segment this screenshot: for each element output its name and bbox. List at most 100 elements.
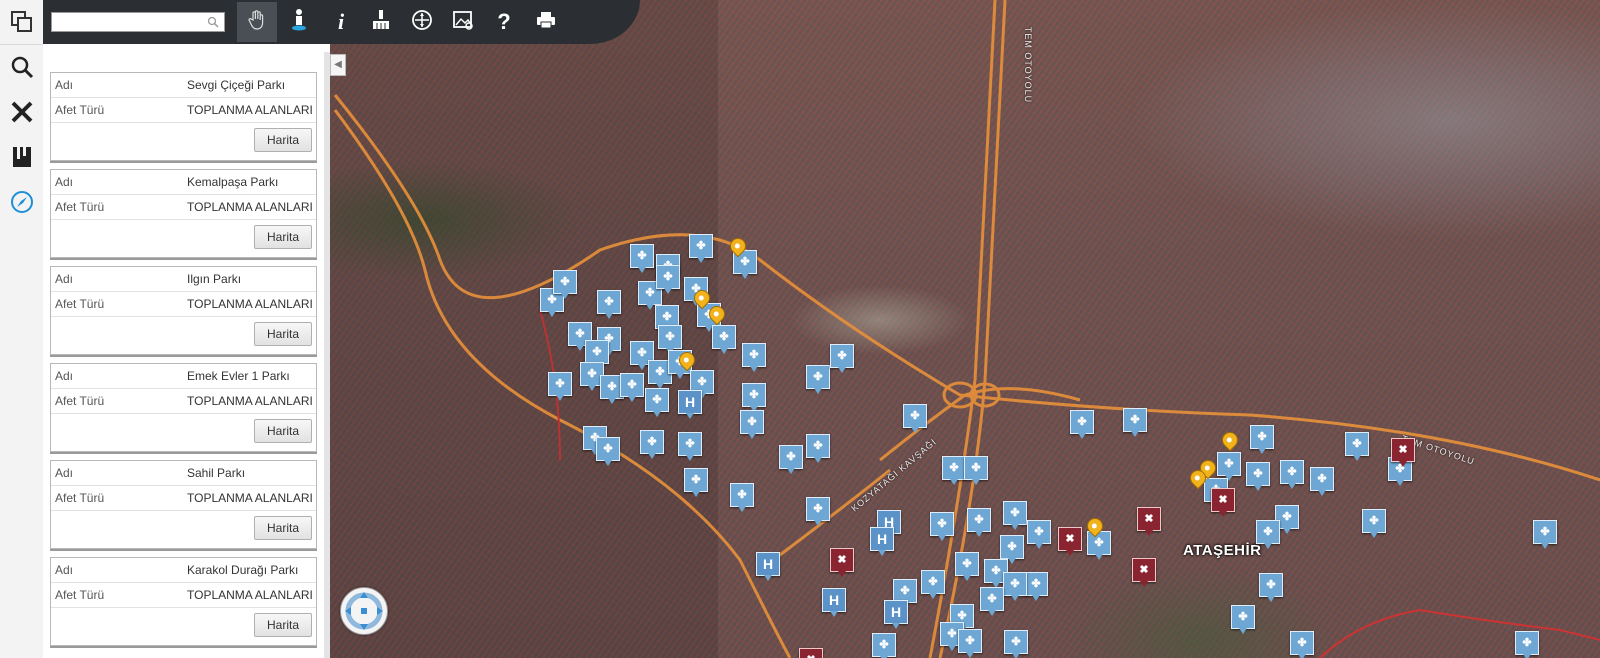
assembly-area-marker[interactable]: ✤ <box>620 373 644 402</box>
repair-marker[interactable]: ✖ <box>1058 527 1082 556</box>
assembly-area-marker[interactable]: ✤ <box>1246 462 1270 491</box>
assembly-area-marker[interactable]: ✤ <box>1345 432 1369 461</box>
assembly-area-marker[interactable]: ✤ <box>1362 509 1386 538</box>
search-icon[interactable] <box>207 15 219 33</box>
hospital-marker[interactable]: H <box>822 588 846 617</box>
assembly-area-marker[interactable]: ✤ <box>1280 460 1304 489</box>
hospital-marker[interactable]: H <box>756 552 780 581</box>
assembly-area-marker[interactable]: ✤ <box>1003 572 1027 601</box>
road-label: TEM OTOYOLU <box>1023 26 1034 104</box>
brush-button[interactable] <box>361 2 401 42</box>
assembly-area-marker[interactable]: ✤ <box>656 265 680 294</box>
copy-icon[interactable] <box>0 0 43 45</box>
layers-button[interactable] <box>402 2 442 42</box>
assembly-area-marker[interactable]: ✤ <box>585 340 609 369</box>
type-label: Afet Türü <box>55 297 105 311</box>
assembly-area-marker[interactable]: ✤ <box>548 372 572 401</box>
assembly-area-marker[interactable]: ✤ <box>1515 631 1539 658</box>
library-icon[interactable] <box>0 135 43 179</box>
repair-marker[interactable]: ✖ <box>1137 507 1161 536</box>
repair-marker[interactable]: ✖ <box>1391 438 1415 467</box>
assembly-area-marker[interactable]: ✤ <box>779 445 803 474</box>
show-on-map-button[interactable]: Harita <box>254 225 312 249</box>
assembly-area-marker[interactable]: ✤ <box>1024 572 1048 601</box>
repair-marker[interactable]: ✖ <box>1132 558 1156 587</box>
assembly-area-marker[interactable]: ✤ <box>740 410 764 439</box>
tools-icon[interactable] <box>0 90 43 134</box>
assembly-area-marker[interactable]: ✤ <box>1217 452 1241 481</box>
search-input[interactable] <box>51 12 225 32</box>
name-row: Adı Kemalpaşa Parkı <box>51 170 316 195</box>
assembly-area-marker[interactable]: ✤ <box>630 244 654 273</box>
hospital-marker[interactable]: H <box>884 600 908 629</box>
assembly-area-marker[interactable]: ✤ <box>1310 467 1334 496</box>
collapse-panel-button[interactable]: ◀ <box>330 54 346 76</box>
assembly-area-marker[interactable]: ✤ <box>1250 425 1274 454</box>
show-on-map-button[interactable]: Harita <box>254 419 312 443</box>
map-navigation-control[interactable] <box>340 587 388 635</box>
assembly-area-marker[interactable]: ✤ <box>806 497 830 526</box>
repair-marker[interactable]: ✖ <box>799 648 823 658</box>
assembly-area-marker[interactable]: ✤ <box>730 483 754 512</box>
repair-marker[interactable]: ✖ <box>830 548 854 577</box>
assembly-area-marker[interactable]: ✤ <box>1004 630 1028 658</box>
assembly-area-marker[interactable]: ✤ <box>640 430 664 459</box>
assembly-area-marker[interactable]: ✤ <box>597 290 621 319</box>
assembly-area-marker[interactable]: ✤ <box>596 437 620 466</box>
assembly-area-marker[interactable]: ✤ <box>1070 410 1094 439</box>
assembly-area-marker[interactable]: ✤ <box>958 629 982 658</box>
assembly-area-marker[interactable]: ✤ <box>806 365 830 394</box>
assembly-area-marker[interactable]: ✤ <box>678 432 702 461</box>
assembly-area-marker[interactable]: ✤ <box>742 343 766 372</box>
street-view-button[interactable] <box>279 2 319 42</box>
assembly-area-marker[interactable]: ✤ <box>955 552 979 581</box>
assembly-area-marker[interactable]: ✤ <box>967 508 991 537</box>
info-button[interactable]: i <box>321 2 361 42</box>
assembly-area-marker[interactable]: ✤ <box>964 456 988 485</box>
assembly-area-marker[interactable]: ✤ <box>553 270 577 299</box>
assembly-area-marker[interactable]: ✤ <box>1000 535 1024 564</box>
assembly-area-marker[interactable]: ✤ <box>645 388 669 417</box>
type-row: Afet Türü TOPLANMA ALANLARI <box>51 195 316 220</box>
show-on-map-button[interactable]: Harita <box>254 613 312 637</box>
left-icon-bar <box>0 0 44 658</box>
assembly-area-marker[interactable]: ✤ <box>1003 501 1027 530</box>
top-toolbar: i ? <box>43 0 640 44</box>
assembly-area-marker[interactable]: ✤ <box>1027 520 1051 549</box>
hospital-marker[interactable]: H <box>870 527 894 556</box>
assembly-area-marker[interactable]: ✤ <box>689 234 713 263</box>
print-button[interactable] <box>526 2 566 42</box>
show-on-map-button[interactable]: Harita <box>254 322 312 346</box>
name-label: Adı <box>55 466 74 480</box>
pan-tool-button[interactable] <box>237 2 277 42</box>
help-button[interactable]: ? <box>484 2 524 42</box>
print-icon <box>535 9 557 36</box>
assembly-area-marker[interactable]: ✤ <box>980 587 1004 616</box>
assembly-area-marker[interactable]: ✤ <box>830 344 854 373</box>
assembly-area-marker[interactable]: ✤ <box>684 468 708 497</box>
search-icon[interactable] <box>0 45 43 89</box>
hospital-marker[interactable]: H <box>678 390 702 419</box>
assembly-area-marker[interactable]: ✤ <box>1087 531 1111 560</box>
image-button[interactable] <box>443 2 483 42</box>
show-on-map-button[interactable]: Harita <box>254 516 312 540</box>
assembly-area-marker[interactable]: ✤ <box>806 434 830 463</box>
assembly-area-marker[interactable]: ✤ <box>1231 605 1255 634</box>
assembly-area-marker[interactable]: ✤ <box>1290 631 1314 658</box>
assembly-area-marker[interactable]: ✤ <box>742 383 766 412</box>
assembly-area-marker[interactable]: ✤ <box>1256 520 1280 549</box>
compass-icon[interactable] <box>0 180 43 224</box>
assembly-area-marker[interactable]: ✤ <box>1259 573 1283 602</box>
assembly-area-marker[interactable]: ✤ <box>1123 408 1147 437</box>
assembly-area-marker[interactable]: ✤ <box>930 512 954 541</box>
assembly-area-marker[interactable]: ✤ <box>658 325 682 354</box>
repair-marker[interactable]: ✖ <box>1211 488 1235 517</box>
assembly-area-marker[interactable]: ✤ <box>903 404 927 433</box>
assembly-area-marker[interactable]: ✤ <box>872 633 896 658</box>
panel-scrollbar[interactable] <box>324 52 330 658</box>
show-on-map-button[interactable]: Harita <box>254 128 312 152</box>
assembly-area-marker[interactable]: ✤ <box>712 325 736 354</box>
assembly-area-marker[interactable]: ✤ <box>921 570 945 599</box>
assembly-area-marker[interactable]: ✤ <box>1533 520 1557 549</box>
assembly-area-marker[interactable]: ✤ <box>942 456 966 485</box>
